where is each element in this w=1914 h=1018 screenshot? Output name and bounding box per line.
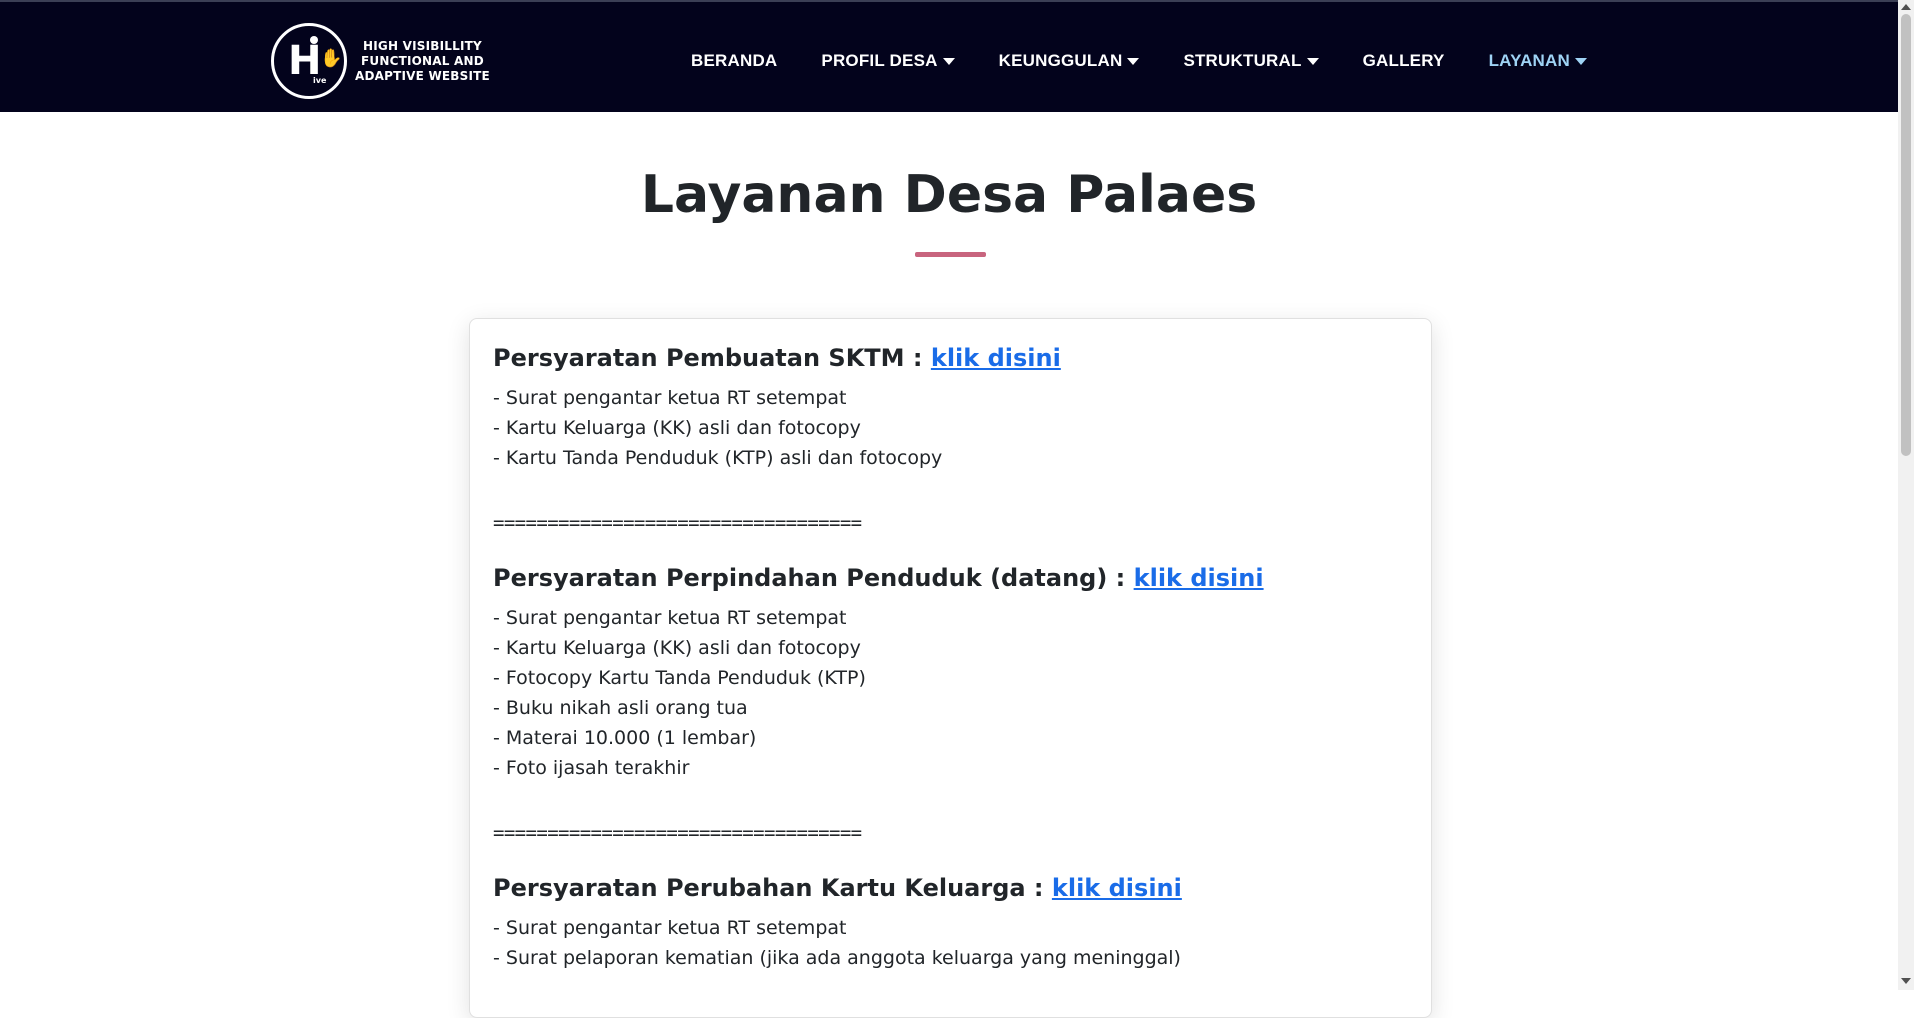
nav-label-beranda: BERANDA [691, 51, 778, 70]
list-item: - Buku nikah asli orang tua [493, 697, 748, 719]
section-title-perpindahan: Persyaratan Perpindahan Penduduk (datang… [493, 561, 1408, 595]
nav-item-gallery[interactable]: GALLERY [1363, 51, 1445, 71]
section-title-text: Persyaratan Pembuatan SKTM : [493, 344, 931, 372]
list-item: - Foto ijasah terakhir [493, 757, 690, 779]
scroll-down-icon[interactable] [1901, 978, 1911, 984]
scroll-up-icon[interactable] [1901, 4, 1911, 10]
nav-label-layanan: LAYANAN [1488, 51, 1570, 70]
list-item: - Surat pengantar ketua RT setempat [493, 607, 847, 629]
perubahan-kk-link[interactable]: klik disini [1052, 874, 1182, 902]
list-item: - Materai 10.000 (1 lembar) [493, 727, 757, 749]
logo-line-2: FUNCTIONAL AND [361, 53, 484, 68]
site-logo[interactable]: H ✋ ive HIGH VISIBILLITY FUNCTIONAL AND … [271, 19, 490, 103]
nav-label-struktural: STRUKTURAL [1183, 51, 1302, 70]
services-card: Persyaratan Pembuatan SKTM : klik disini… [469, 318, 1432, 1018]
logo-line-1: HIGH VISIBILLITY [363, 38, 482, 53]
nav-label-keunggulan: KEUNGGULAN [998, 51, 1123, 70]
caret-down-icon [1127, 57, 1140, 65]
top-navbar: H ✋ ive HIGH VISIBILLITY FUNCTIONAL AND … [0, 0, 1898, 112]
nav-item-struktural[interactable]: STRUKTURAL [1183, 51, 1319, 71]
section-title-perubahan-kk: Persyaratan Perubahan Kartu Keluarga : k… [493, 871, 1408, 905]
logo-mark-icon: H ✋ ive [271, 23, 347, 99]
sktm-link[interactable]: klik disini [931, 344, 1061, 372]
sktm-requirements: - Surat pengantar ketua RT setempat - Ka… [493, 383, 1408, 473]
perpindahan-requirements: - Surat pengantar ketua RT setempat - Ka… [493, 603, 1408, 783]
perpindahan-link[interactable]: klik disini [1134, 564, 1264, 592]
section-title-text: Persyaratan Perpindahan Penduduk (datang… [493, 564, 1134, 592]
scrollbar-thumb[interactable] [1901, 14, 1911, 456]
section-title-sktm: Persyaratan Pembuatan SKTM : klik disini [493, 341, 1408, 375]
list-item: - Surat pelaporan kematian (jika ada ang… [493, 947, 1181, 969]
nav-item-layanan[interactable]: LAYANAN [1489, 51, 1587, 71]
caret-down-icon [942, 57, 955, 65]
list-item: - Kartu Tanda Penduduk (KTP) asli dan fo… [493, 447, 943, 469]
list-item: - Surat pengantar ketua RT setempat [493, 917, 847, 939]
section-divider: ================================== [493, 822, 862, 844]
page-title: Layanan Desa Palaes [640, 165, 1258, 225]
section-divider: ================================== [493, 512, 862, 534]
title-underline [915, 252, 986, 257]
logo-line-3: ADAPTIVE WEBSITE [355, 68, 490, 83]
logo-text: HIGH VISIBILLITY FUNCTIONAL AND ADAPTIVE… [355, 39, 490, 84]
nav-item-beranda[interactable]: BERANDA [691, 51, 777, 71]
nav-label-profil-desa: PROFIL DESA [821, 51, 938, 70]
caret-down-icon [1574, 57, 1587, 65]
perubahan-kk-requirements: - Surat pengantar ketua RT setempat - Su… [493, 913, 1408, 973]
list-item: - Kartu Keluarga (KK) asli dan fotocopy [493, 417, 861, 439]
list-item: - Surat pengantar ketua RT setempat [493, 387, 847, 409]
nav-label-gallery: GALLERY [1362, 51, 1445, 70]
nav-item-keunggulan[interactable]: KEUNGGULAN [999, 51, 1140, 71]
nav-item-profil-desa[interactable]: PROFIL DESA [821, 51, 955, 71]
list-item: - Kartu Keluarga (KK) asli dan fotocopy [493, 637, 861, 659]
section-title-text: Persyaratan Perubahan Kartu Keluarga : [493, 874, 1052, 902]
main-nav: BERANDA PROFIL DESA KEUNGGULAN STRUKTURA… [691, 46, 1631, 76]
page-scrollbar[interactable] [1898, 0, 1914, 990]
caret-down-icon [1306, 57, 1319, 65]
list-item: - Fotocopy Kartu Tanda Penduduk (KTP) [493, 667, 866, 689]
